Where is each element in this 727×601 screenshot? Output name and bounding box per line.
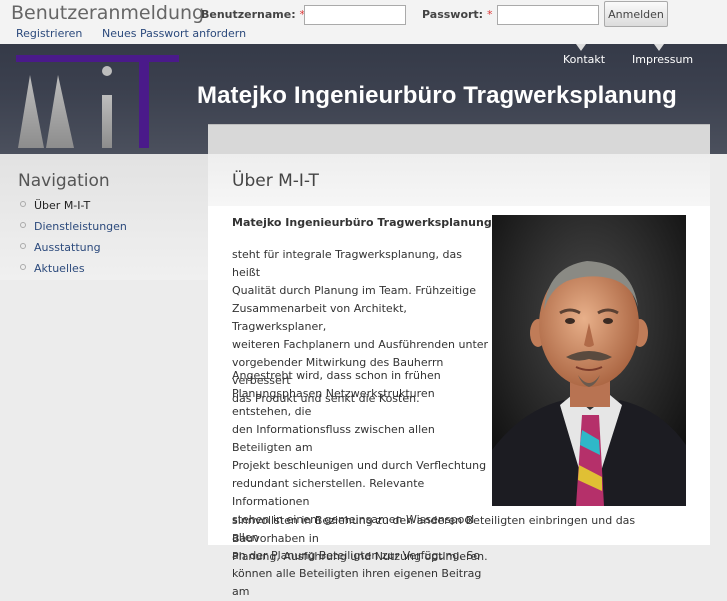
login-bar: Benutzeranmeldung Benutzername: * Passwo…: [0, 0, 727, 44]
bullet-icon: [20, 264, 26, 270]
mit-logo[interactable]: [16, 55, 182, 150]
login-title: Benutzeranmeldung: [11, 2, 205, 24]
site-title: Matejko Ingenieurbüro Tragwerksplanung: [197, 82, 677, 109]
username-label: Benutzername: *: [201, 8, 305, 21]
nav-kontakt[interactable]: Kontakt: [563, 44, 605, 66]
intro-heading: Matejko Ingenieurbüro Tragwerksplanung: [232, 216, 492, 229]
password-label: Passwort: *: [422, 8, 493, 21]
sidebar-item-ueber-mit[interactable]: Über M-I-T: [20, 199, 90, 212]
bullet-icon: [20, 222, 26, 228]
bullet-icon: [20, 201, 26, 207]
page-title: Über M-I-T: [232, 171, 319, 191]
portrait-photo: [492, 215, 686, 506]
login-button[interactable]: Anmelden: [604, 1, 668, 27]
sidebar-item-aktuelles[interactable]: Aktuelles: [20, 262, 85, 275]
chevron-down-icon: [654, 44, 664, 51]
chevron-down-icon: [576, 44, 586, 51]
main-content: Über M-I-T Matejko Ingenieurbüro Tragwer…: [208, 154, 710, 598]
sidebar-item-dienstleistungen[interactable]: Dienstleistungen: [20, 220, 127, 233]
forgot-password-link[interactable]: Neues Passwort anfordern: [102, 27, 246, 40]
bullet-icon: [20, 243, 26, 249]
register-link[interactable]: Registrieren: [16, 27, 82, 40]
title-band: Über M-I-T: [208, 154, 710, 206]
sidebar-item-ausstattung[interactable]: Ausstattung: [20, 241, 101, 254]
password-input[interactable]: [497, 5, 599, 25]
sidebar: Navigation Über M-I-T Dienstleistungen A…: [0, 154, 208, 280]
paragraph-3: sinnvollsten in Beziehung zu den anderen…: [232, 514, 636, 563]
nav-impressum[interactable]: Impressum: [632, 44, 693, 66]
content-top-edge: [208, 124, 710, 155]
navigation-title: Navigation: [18, 171, 110, 191]
username-input[interactable]: [304, 5, 406, 25]
